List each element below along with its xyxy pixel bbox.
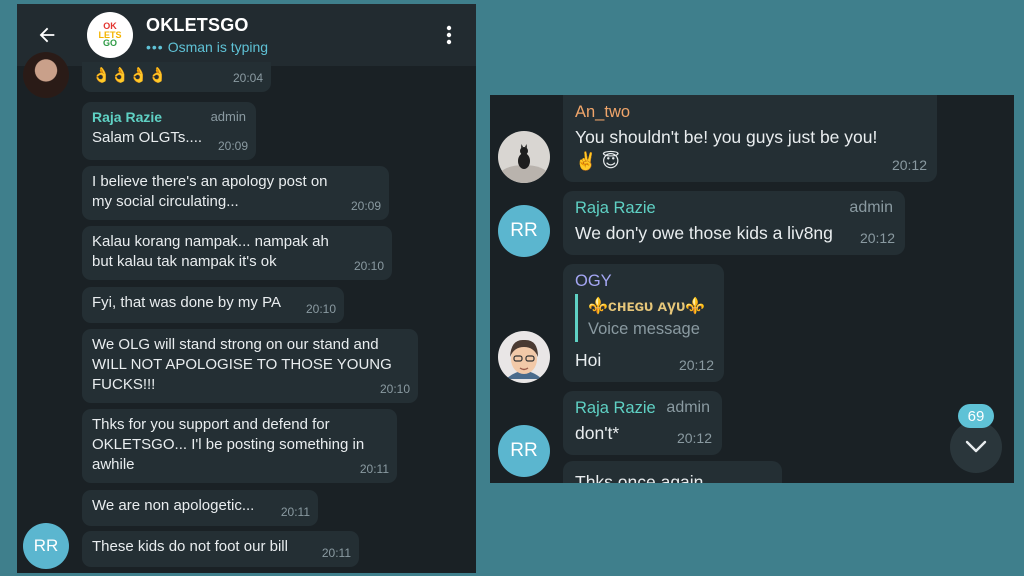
- sender-role: admin: [849, 199, 893, 216]
- message-sender: OGY: [575, 270, 712, 292]
- typing-dots: •••: [146, 39, 164, 55]
- cartoon-face-icon: [498, 331, 550, 383]
- message-bubble[interactable]: Thks once again: [563, 461, 782, 483]
- group-avatar[interactable]: OK LETS GO: [87, 12, 133, 58]
- reply-text: Voice message: [588, 320, 700, 338]
- message-bubble[interactable]: Raja Razie admin Salam OLGTs.... 20:09: [82, 102, 256, 160]
- message-bubble[interactable]: Fyi, that was done by my PA 20:10: [82, 287, 344, 323]
- message-text: You shouldn't be! you guys just be you! …: [575, 127, 878, 171]
- sender-photo-avatar[interactable]: [23, 52, 69, 98]
- more-vert-icon[interactable]: [445, 24, 453, 46]
- typing-status: ••• Osman is typing: [146, 39, 268, 55]
- message-bubble[interactable]: We OLG will stand strong on our stand an…: [82, 329, 418, 403]
- message-time: 20:09: [217, 139, 248, 153]
- logo-text-go: GO: [102, 38, 117, 49]
- chat-title[interactable]: OKLETSGO: [146, 15, 249, 36]
- sender-name[interactable]: An_two: [575, 101, 630, 123]
- message-text: I believe there's an apology post on my …: [92, 173, 328, 210]
- sender-photo-avatar[interactable]: [498, 331, 550, 383]
- message-text: Kalau korang nampak... nampak ah but kal…: [92, 233, 329, 270]
- sender-name[interactable]: Raja Razie: [575, 397, 656, 419]
- message-time: 20:04: [232, 71, 263, 85]
- message-text: We are non apologetic...: [92, 497, 255, 514]
- message-time: 20:12: [859, 230, 895, 246]
- message-bubble[interactable]: An_two You shouldn't be! you guys just b…: [563, 95, 937, 182]
- message-time: 20:10: [379, 382, 410, 396]
- message-time: 20:12: [678, 357, 714, 373]
- right-chat-screen: An_two You shouldn't be! you guys just b…: [490, 95, 1014, 483]
- left-chat-screen: OK LETS GO OKLETSGO ••• Osman is typing 👌…: [17, 4, 476, 573]
- scroll-down-button[interactable]: [950, 421, 1002, 473]
- unread-count-badge[interactable]: 69: [958, 404, 994, 428]
- sender-avatar[interactable]: RR: [23, 523, 69, 569]
- message-time: 20:11: [280, 505, 310, 519]
- message-time: 20:12: [676, 430, 712, 446]
- message-text: Thks once again: [575, 472, 704, 483]
- avatar-initials: RR: [510, 220, 538, 241]
- message-time: 20:11: [321, 546, 351, 560]
- message-text: Thks for you support and defend for OKLE…: [92, 416, 365, 473]
- typing-status-text: Osman is typing: [167, 39, 269, 55]
- message-text: We OLG will stand strong on our stand an…: [92, 336, 392, 393]
- sender-avatar[interactable]: RR: [498, 425, 550, 477]
- message-bubble[interactable]: OGY ⚜️ᴄʜᴇɢᴜ ᴀγᴜ⚜️ Voice message Hoi 20:1…: [563, 264, 724, 382]
- message-bubble[interactable]: Raja Razie admin We don'y owe those kids…: [563, 191, 905, 255]
- message-text: These kids do not foot our bill: [92, 538, 288, 555]
- sender-photo-avatar[interactable]: [498, 131, 550, 183]
- message-bubble[interactable]: Kalau korang nampak... nampak ah but kal…: [82, 226, 392, 280]
- message-bubble[interactable]: Raja Razie admin don't* 20:12: [563, 391, 722, 455]
- sender-name[interactable]: OGY: [575, 270, 612, 292]
- message-bubble[interactable]: I believe there's an apology post on my …: [82, 166, 389, 220]
- message-bubble[interactable]: We are non apologetic... 20:11: [82, 490, 318, 526]
- sender-role: admin: [210, 109, 246, 124]
- message-sender: Raja Razie admin: [575, 197, 893, 219]
- message-time: 20:10: [353, 259, 384, 273]
- back-arrow-icon[interactable]: [36, 24, 58, 46]
- avatar-initials: RR: [33, 536, 59, 555]
- message-sender: Raja Razie admin: [575, 397, 710, 419]
- message-time: 20:11: [359, 462, 389, 476]
- sender-avatar[interactable]: RR: [498, 205, 550, 257]
- sender-role: admin: [666, 399, 710, 416]
- message-time: 20:10: [305, 302, 336, 316]
- message-bubble[interactable]: These kids do not foot our bill 20:11: [82, 531, 359, 567]
- avatar-initials: RR: [510, 440, 538, 461]
- message-bubble[interactable]: Thks for you support and defend for OKLE…: [82, 409, 397, 483]
- message-text: Fyi, that was done by my PA: [92, 294, 281, 311]
- message-sender: Raja Razie admin: [92, 108, 246, 126]
- message-bubble[interactable]: 👌👌👌👌 20:04: [82, 62, 271, 92]
- sender-name[interactable]: Raja Razie: [92, 108, 162, 126]
- chevron-down-icon: [965, 440, 987, 453]
- reply-preview[interactable]: ⚜️ᴄʜᴇɢᴜ ᴀγᴜ⚜️ Voice message: [575, 294, 712, 342]
- message-time: 20:09: [350, 199, 381, 213]
- message-text: don't*: [575, 423, 620, 443]
- message-sender: An_two: [575, 101, 897, 123]
- message-text: Hoi: [575, 350, 602, 370]
- reply-sender: ⚜️ᴄʜᴇɢᴜ ᴀγᴜ⚜️: [588, 298, 706, 315]
- chat-header: OK LETS GO OKLETSGO ••• Osman is typing: [17, 4, 476, 66]
- cat-photo-icon: [498, 131, 550, 183]
- message-time: 20:12: [891, 157, 927, 173]
- message-text: We don'y owe those kids a liv8ng: [575, 223, 833, 243]
- sender-name[interactable]: Raja Razie: [575, 197, 656, 219]
